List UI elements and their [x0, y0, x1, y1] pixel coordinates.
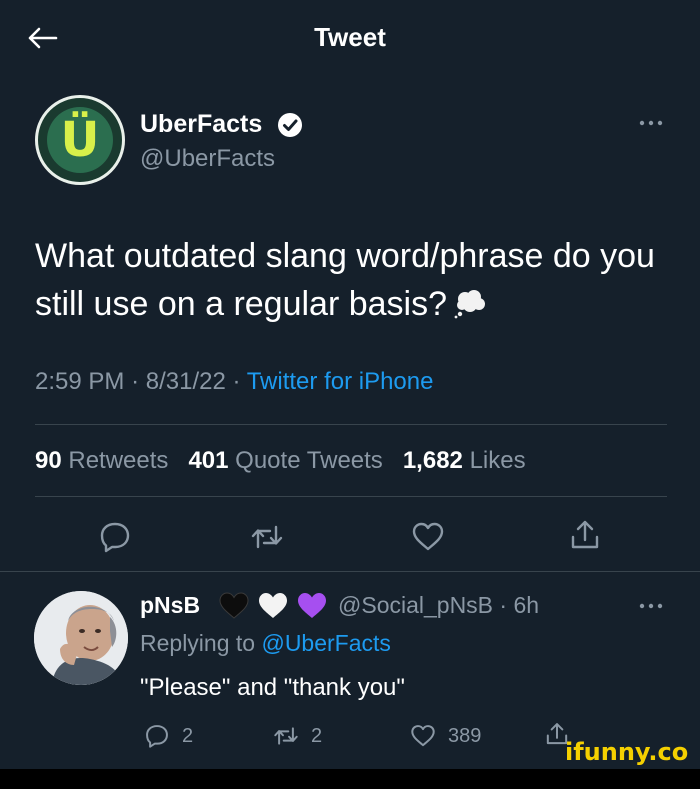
more-options-icon[interactable]	[638, 118, 664, 128]
tweet-stats: 90 Retweets 401 Quote Tweets 1,682 Likes	[35, 447, 526, 475]
reply-author-handle[interactable]: @Social_pNsB	[338, 592, 493, 618]
reply-like-button[interactable]: 389	[410, 722, 481, 750]
replying-to-link[interactable]: @UberFacts	[261, 630, 390, 656]
replying-to: Replying to @UberFacts	[140, 630, 391, 657]
divider	[35, 496, 667, 497]
tweet-date: 8/31/22	[145, 368, 226, 395]
retweet-icon[interactable]	[250, 520, 284, 554]
share-icon[interactable]	[568, 518, 602, 552]
replying-to-label: Replying to	[140, 630, 256, 656]
meta-separator: ·	[131, 368, 140, 395]
author-handle[interactable]: @UberFacts	[140, 145, 275, 173]
retweets-label: Retweets	[68, 447, 169, 474]
like-heart-icon	[411, 725, 435, 747]
author-name[interactable]: UberFacts	[140, 110, 262, 139]
reply-icon	[146, 725, 168, 748]
reply-handle-age: @Social_pNsB · 6h	[338, 592, 539, 619]
meta-separator: ·	[232, 368, 241, 395]
quote-tweets-stat[interactable]: 401 Quote Tweets	[188, 447, 382, 474]
heart-emojis-icon	[219, 592, 326, 619]
thought-balloon-icon	[454, 290, 486, 319]
reply-age: 6h	[513, 592, 540, 618]
reply-author-name[interactable]: pNsB	[140, 592, 200, 619]
retweets-count: 90	[35, 447, 62, 474]
page-title: Tweet	[314, 22, 386, 52]
quote-tweets-count: 401	[188, 447, 229, 474]
avatar[interactable]: Ü	[35, 95, 125, 185]
reply-icon[interactable]	[98, 520, 132, 554]
tweet-time: 2:59 PM	[35, 368, 125, 395]
likes-count: 1,682	[402, 447, 463, 474]
retweets-stat[interactable]: 90 Retweets	[35, 447, 168, 474]
reply-reply-button[interactable]: 2	[144, 722, 193, 750]
retweet-count: 2	[311, 724, 323, 747]
person-photo-icon	[34, 591, 128, 685]
reply-count: 2	[182, 724, 194, 747]
verified-badge-icon	[278, 113, 302, 137]
more-options-icon[interactable]	[638, 601, 664, 611]
likes-stat[interactable]: 1,682 Likes	[403, 447, 526, 474]
quote-tweets-label: Quote Tweets	[235, 447, 383, 474]
reply-avatar[interactable]	[34, 591, 128, 685]
section-separator	[0, 571, 700, 572]
watermark-logo: ifunny.co	[565, 738, 689, 766]
retweet-icon	[274, 727, 298, 745]
like-heart-icon[interactable]	[411, 520, 445, 554]
likes-label: Likes	[469, 447, 526, 474]
divider	[35, 424, 667, 425]
like-count: 389	[448, 724, 482, 747]
tweet-source-link[interactable]: Twitter for iPhone	[247, 368, 434, 395]
tweet-text-content: What outdated slang word/phrase do you s…	[35, 237, 655, 323]
tweet-meta: 2:59 PM · 8/31/22 · Twitter for iPhone	[35, 368, 433, 396]
reply-retweet-button[interactable]: 2	[273, 722, 322, 750]
meta-separator: ·	[499, 592, 508, 618]
bottom-bar	[0, 769, 700, 789]
tweet-text: What outdated slang word/phrase do you s…	[35, 232, 675, 328]
reply-text: "Please" and "thank you"	[140, 674, 405, 701]
avatar-logo: Ü	[60, 112, 100, 168]
